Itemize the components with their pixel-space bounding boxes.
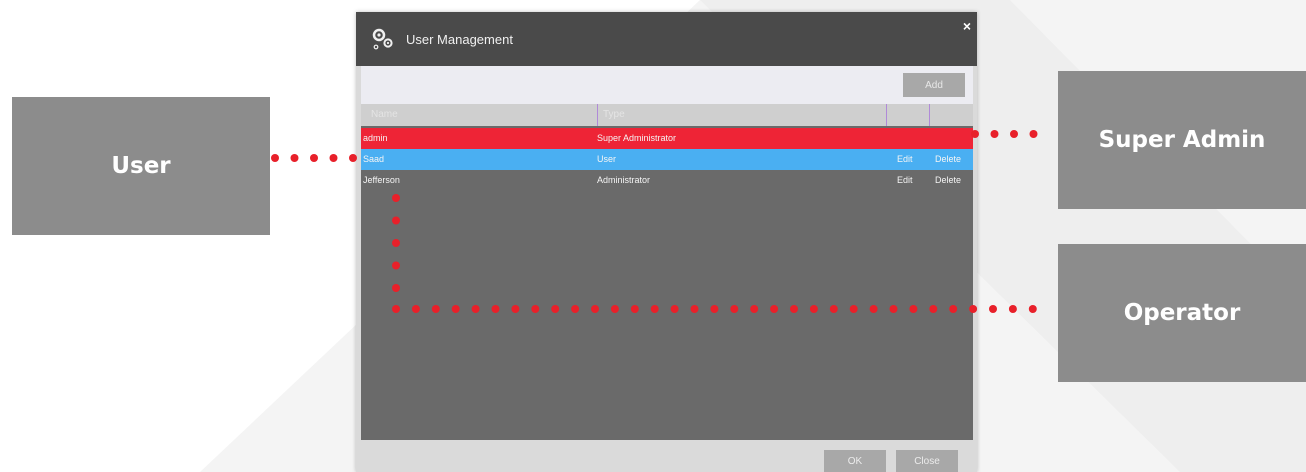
delete-link[interactable]: Delete xyxy=(935,154,961,164)
row-type: Administrator xyxy=(597,175,651,185)
close-button[interactable]: Close xyxy=(896,450,958,472)
row-type: Super Administrator xyxy=(597,133,677,143)
row-type: User xyxy=(597,154,617,164)
table-row[interactable]: admin Super Administrator xyxy=(361,128,973,149)
table-row[interactable]: Saad User Edit Delete xyxy=(361,149,973,170)
column-header-name[interactable]: Name xyxy=(371,109,398,120)
table-header: Name Type xyxy=(361,104,973,126)
column-header-type[interactable]: Type xyxy=(603,109,625,120)
dialog-titlebar: User Management × xyxy=(356,12,977,66)
column-divider xyxy=(597,104,598,126)
table-row[interactable]: Jefferson Administrator Edit Delete xyxy=(361,170,973,191)
row-name: admin xyxy=(363,133,388,143)
gears-icon xyxy=(372,28,393,50)
users-table: Name Type admin Super Administrator Saad… xyxy=(361,104,973,440)
dialog-title: User Management xyxy=(406,32,513,47)
dialog-toolbar: Add xyxy=(361,66,973,104)
close-icon[interactable]: × xyxy=(963,18,971,34)
edit-link[interactable]: Edit xyxy=(897,154,913,164)
row-name: Saad xyxy=(363,154,385,164)
delete-link[interactable]: Delete xyxy=(935,175,961,185)
column-divider xyxy=(886,104,887,126)
callout-super-admin: Super Admin xyxy=(1058,71,1306,209)
column-divider xyxy=(929,104,930,126)
ok-button[interactable]: OK xyxy=(824,450,886,472)
add-button[interactable]: Add xyxy=(903,73,965,97)
row-name: Jefferson xyxy=(363,175,400,185)
callout-operator: Operator xyxy=(1058,244,1306,382)
callout-user: User xyxy=(12,97,270,235)
user-management-dialog: User Management × Add Name Type admin Su… xyxy=(356,12,977,472)
edit-link[interactable]: Edit xyxy=(897,175,913,185)
